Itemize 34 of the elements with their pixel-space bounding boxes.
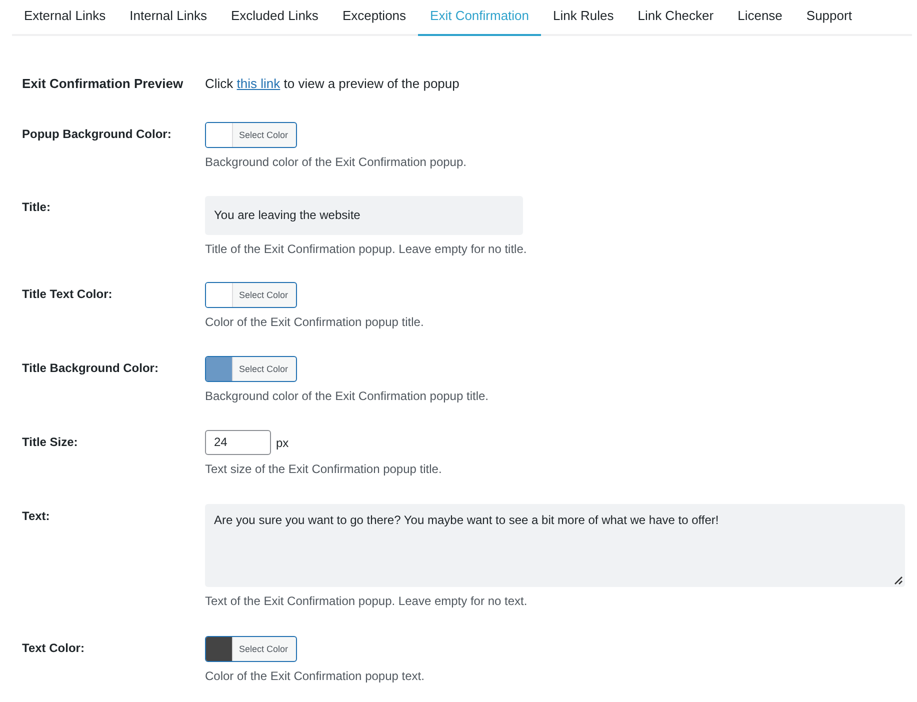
preview-text: Click this link to view a preview of the popup <box>205 76 460 91</box>
tab[interactable]: Exceptions <box>330 0 418 36</box>
tab[interactable]: Link Checker <box>626 0 726 36</box>
color-picker-button[interactable]: Select Color <box>205 282 297 308</box>
field-label: Title: <box>22 199 52 216</box>
help-text: Text size of the Exit Confirmation popup title. <box>205 462 443 476</box>
tab[interactable]: Support <box>794 0 864 36</box>
color-picker-button[interactable]: Select Color <box>205 122 297 148</box>
tab[interactable]: Link Rules <box>541 0 626 36</box>
preview-link[interactable]: this link <box>236 76 280 91</box>
tab[interactable]: License <box>726 0 794 36</box>
field-label: Text: <box>22 508 51 525</box>
resize-grip-icon[interactable] <box>893 575 903 585</box>
number-field[interactable]: 24 <box>205 430 271 455</box>
help-text: Text of the Exit Confirmation popup. Leave empty for no text. <box>205 594 528 608</box>
field-label: Title Size: <box>22 434 79 451</box>
help-text: Color of the Exit Confirmation popup text. <box>205 669 426 683</box>
field-label: Text Color: <box>22 640 86 657</box>
text-field[interactable]: You are leaving the website <box>205 196 523 235</box>
unit-label: px <box>276 436 289 450</box>
tab[interactable]: External Links <box>12 0 118 36</box>
field-label: Popup Background Color: <box>22 126 172 143</box>
help-text: Color of the Exit Confirmation popup title. <box>205 315 425 329</box>
tab[interactable]: Internal Links <box>118 0 219 36</box>
color-picker-button[interactable]: Select Color <box>205 356 297 382</box>
field-label: Title Text Color: <box>22 286 114 303</box>
text-area[interactable]: Are you sure you want to go there? You maybe want to see a bit more of what we have to offer! <box>205 504 905 587</box>
tab[interactable]: Excluded Links <box>218 0 330 36</box>
color-picker-button[interactable]: Select Color <box>205 636 297 662</box>
help-text: Background color of the Exit Confirmation popup. <box>205 155 468 169</box>
field-label: Exit Confirmation Preview <box>22 76 184 91</box>
help-text: Title of the Exit Confirmation popup. Leave empty for no title. <box>205 242 528 256</box>
field-label: Title Background Color: <box>22 360 160 377</box>
help-text: Background color of the Exit Confirmation popup title. <box>205 389 490 403</box>
